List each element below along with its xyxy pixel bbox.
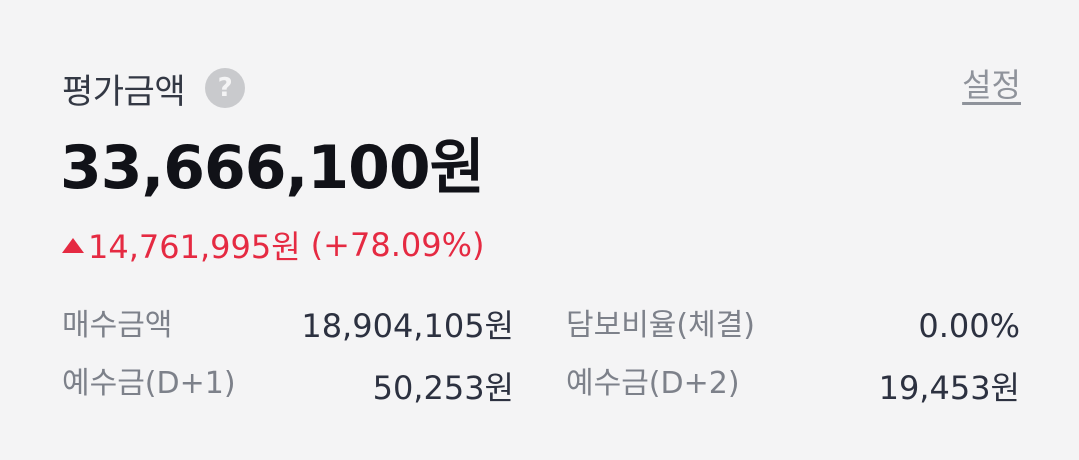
- page-title: 평가금액: [62, 71, 186, 112]
- settings-link[interactable]: 설정: [962, 62, 1021, 108]
- collateral-ratio-value: 0.00%: [918, 307, 1020, 345]
- total-evaluation-value: 33,666,100원: [60, 133, 485, 203]
- purchase-amount-label: 매수금액: [62, 308, 173, 343]
- change-percent: (+78.09%): [310, 226, 485, 264]
- question-circle-icon[interactable]: ?: [205, 68, 246, 108]
- change-amount: 14,761,995원: [88, 228, 301, 266]
- profit-change: 14,761,995원 (+78.09%): [62, 222, 484, 268]
- triangle-up-icon: [62, 237, 84, 253]
- deposit-d1-value: 50,253원: [372, 369, 514, 407]
- deposit-d2-label: 예수금(D+2): [566, 366, 740, 401]
- purchase-amount-value: 18,904,105원: [301, 307, 514, 345]
- collateral-ratio-label: 담보비율(체결): [566, 308, 756, 343]
- deposit-d2-value: 19,453원: [878, 369, 1020, 407]
- deposit-d1-label: 예수금(D+1): [62, 366, 236, 401]
- title-row: 평가금액 ?: [62, 62, 246, 114]
